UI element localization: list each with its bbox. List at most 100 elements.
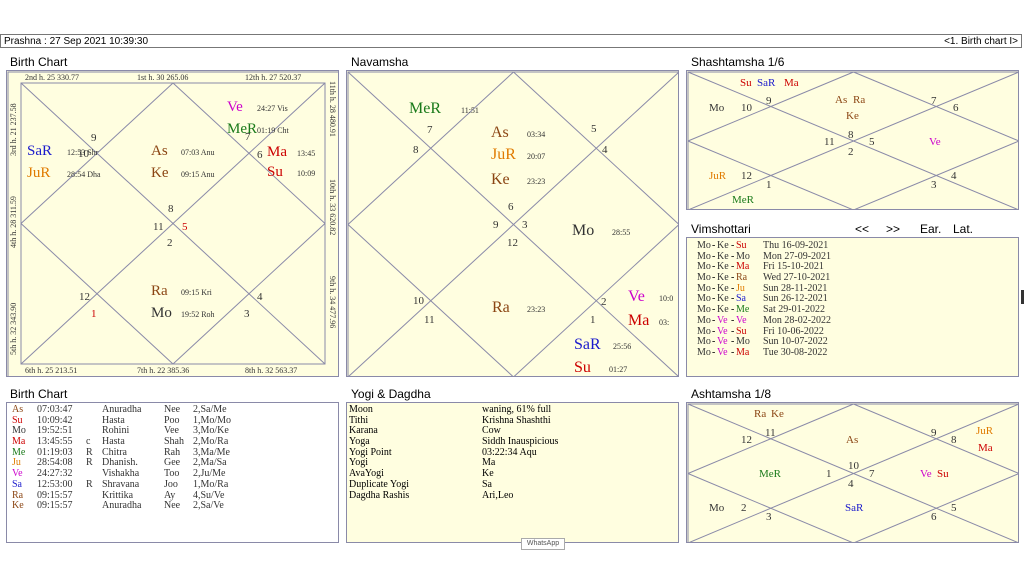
- house-label-bottom: 6th h. 25 213.51: [25, 366, 77, 375]
- planet-code: Sa: [12, 478, 22, 490]
- shashtamsha-panel[interactable]: Su SaR Ma Mo As Ra Ke Ve JuR MeR 10 9 7 6 8 11 5 2 12 1 4 3: [686, 70, 1019, 210]
- yogi-row: Dagdha Rashis Ari,Leo: [349, 489, 674, 502]
- earlier-button[interactable]: Ear.: [920, 222, 941, 236]
- birth-chart-item: Ke: [151, 165, 169, 181]
- birth-chart-item: 09:15 Kri: [181, 288, 213, 297]
- later-button[interactable]: Lat.: [953, 222, 973, 236]
- house-label-top: 12th h. 27 520.37: [245, 73, 301, 82]
- vimshottari-panel[interactable]: Mo - Ke - Su Thu 16-09-2021 Mo - Ke - Mo Mon 27-09-…: [686, 237, 1019, 377]
- navamsha-item: 10:0: [659, 294, 673, 303]
- house-label-right: 11th h. 28 480.91: [328, 81, 337, 137]
- yogi-row: Duplicate Yogi Sa: [349, 478, 674, 491]
- birth-chart-item: SaR: [27, 143, 52, 159]
- house-label-left: 5th h. 32 343.90: [9, 303, 18, 355]
- ashtamsha-item: 3: [766, 511, 772, 523]
- birth-chart-item: 24:27 Vis: [257, 104, 288, 113]
- navamsha-item: Ma: [628, 312, 649, 329]
- navamsha-diagram: MeR 11:51As 03:34JuR 20:07Ke 23:23Mo 28:55Ra 2…: [347, 71, 678, 376]
- ashtamsha-item: 4: [848, 478, 854, 490]
- ashtamsha-title: Ashtamsha 1/8: [691, 387, 772, 401]
- navamsha-item: Ra: [492, 299, 510, 316]
- birth-chart-diagram: 2nd h. 25 330.77 1st h. 30 265.06 12th h. …: [7, 71, 338, 376]
- shashtamsha-item: Ke: [846, 110, 859, 122]
- house-label-left: 3rd h. 21 237.58: [9, 103, 18, 156]
- birth-chart-item: 3: [244, 308, 250, 320]
- navamsha-item: 11: [424, 314, 435, 326]
- birth-chart-item: JuR: [27, 165, 50, 181]
- dasha-row[interactable]: Mo - Ve - Ve Mon 28-02-2022: [697, 314, 1017, 327]
- pada: 2,Sa/Ve: [193, 500, 224, 512]
- retro-flag: R: [86, 457, 93, 469]
- ashtamsha-item: 9: [931, 427, 937, 439]
- shashtamsha-diagram: Su SaR Ma Mo As Ra Ke Ve JuR MeR 10 9 7 6 8 11 5 2 12 1 4 3: [687, 71, 1018, 209]
- ashtamsha-item: As: [846, 434, 858, 446]
- dasha-maha: Mo: [697, 314, 711, 326]
- house-label-top: 2nd h. 25 330.77: [25, 73, 79, 82]
- vimshottari-title: Vimshottari: [691, 222, 751, 236]
- ashtamsha-item: 6: [931, 511, 937, 523]
- shashtamsha-item: 2: [848, 146, 854, 158]
- house-label-bottom: 8th h. 32 563.37: [245, 366, 297, 375]
- yogi-key: Dagdha Rashis: [349, 489, 410, 501]
- birth-chart-item: 12: [79, 291, 90, 303]
- shashtamsha-item: 6: [953, 102, 959, 114]
- navamsha-item: 23:23: [527, 305, 545, 314]
- ashtamsha-item: SaR: [845, 502, 864, 514]
- prashna-datetime: Prashna : 27 Sep 2021 10:39:30: [4, 36, 149, 47]
- dasha-date: Tue 30-08-2022: [763, 346, 828, 358]
- navamsha-item: 9: [493, 219, 499, 231]
- shashtamsha-item: MeR: [732, 194, 755, 206]
- ashtamsha-item: JuR: [976, 425, 994, 437]
- birth-chart-item: 7: [245, 131, 251, 143]
- planet-row[interactable]: Ke 09:15:57 Anuradha Nee 2,Sa/Ve: [12, 500, 337, 512]
- birth-chart-item: 10: [78, 148, 90, 160]
- house-label-right: 9th h. 34 477.96: [328, 276, 337, 328]
- dash-sep: -: [731, 314, 735, 326]
- shashtamsha-item: Ma: [784, 77, 799, 89]
- dasha-antar: Ve: [717, 346, 728, 358]
- dasha-row[interactable]: Mo - Ve - Ma Tue 30-08-2022: [697, 346, 1017, 359]
- planet-code: Ke: [12, 500, 24, 512]
- dasha-maha: Mo: [697, 346, 711, 358]
- navamsha-item: 4: [602, 144, 608, 156]
- house-label-bottom: 7th h. 22 385.36: [137, 366, 189, 375]
- dasha-date: Mon 28-02-2022: [763, 314, 832, 326]
- birth-chart-item: 9: [91, 132, 97, 144]
- planet-degree: 12:53:00: [37, 478, 73, 490]
- shashtamsha-item: 9: [766, 95, 772, 107]
- yogi-key: Duplicate Yogi: [349, 478, 409, 490]
- navamsha-title: Navamsha: [351, 55, 409, 69]
- top-status-bar: Prashna : 27 Sep 2021 10:39:30 <1. Birth…: [0, 34, 1022, 48]
- chart-selector-link[interactable]: <1. Birth chart I>: [944, 35, 1018, 49]
- shashtamsha-item: 1: [766, 179, 772, 191]
- navamsha-panel[interactable]: MeR 11:51 As 03:34 JuR 20:07 Ke 23:23 Mo 28:55 Ra 2…: [346, 70, 679, 377]
- yogi-dagdha-panel[interactable]: Moon waning, 61% full Tithi Krishna Shashth…: [346, 402, 679, 543]
- yogi-row: Yogi Ma: [349, 458, 674, 469]
- shashtamsha-item: Ra: [853, 94, 865, 106]
- dasha-pratyantar: Ma: [736, 346, 750, 358]
- next-period-button[interactable]: >>: [886, 222, 900, 236]
- shashtamsha-item: 12: [741, 170, 752, 182]
- navamsha-item: 25:56: [613, 342, 631, 351]
- planet-table-panel[interactable]: As 07:03:47 Anuradha Nee 2,Sa/Me Su 10:09:42 Ha…: [6, 402, 339, 543]
- birth-chart-item: 19:52 Roh: [181, 310, 215, 319]
- retro-flag: R: [86, 478, 93, 490]
- navamsha-item: 6: [508, 201, 514, 213]
- navamsha-item: 23:23: [527, 177, 545, 186]
- birth-chart-item: Ve: [227, 99, 243, 115]
- ashtamsha-item: MeR: [759, 468, 782, 480]
- prev-period-button[interactable]: <<: [855, 222, 869, 236]
- planet-row[interactable]: Sa 12:53:00 R Shravana Joo 1,Mo/Ra: [12, 478, 337, 491]
- birth-chart-panel[interactable]: 2nd h. 25 330.77 1st h. 30 265.06 12th h. …: [6, 70, 339, 377]
- ashtamsha-panel[interactable]: Ra Ke As JuR Ma MeR Ve Su Mo SaR 12 11 9 8 10 1 7 4 2 3 5 6: [686, 402, 1019, 543]
- dasha-row[interactable]: Mo - Ke - Ra Wed 27-10-2021: [697, 272, 1017, 284]
- birth-chart-item: 8: [168, 203, 174, 215]
- birth-chart-item: 4: [257, 291, 263, 303]
- birth-table-title: Birth Chart: [10, 387, 68, 401]
- navamsha-item: 11:51: [461, 106, 479, 115]
- birth-chart-item: Ma: [267, 144, 287, 160]
- ashtamsha-item: Su: [937, 468, 949, 480]
- navamsha-item: Mo: [572, 222, 594, 239]
- navamsha-item: 7: [427, 124, 433, 136]
- birth-chart-item: Mo: [151, 305, 172, 321]
